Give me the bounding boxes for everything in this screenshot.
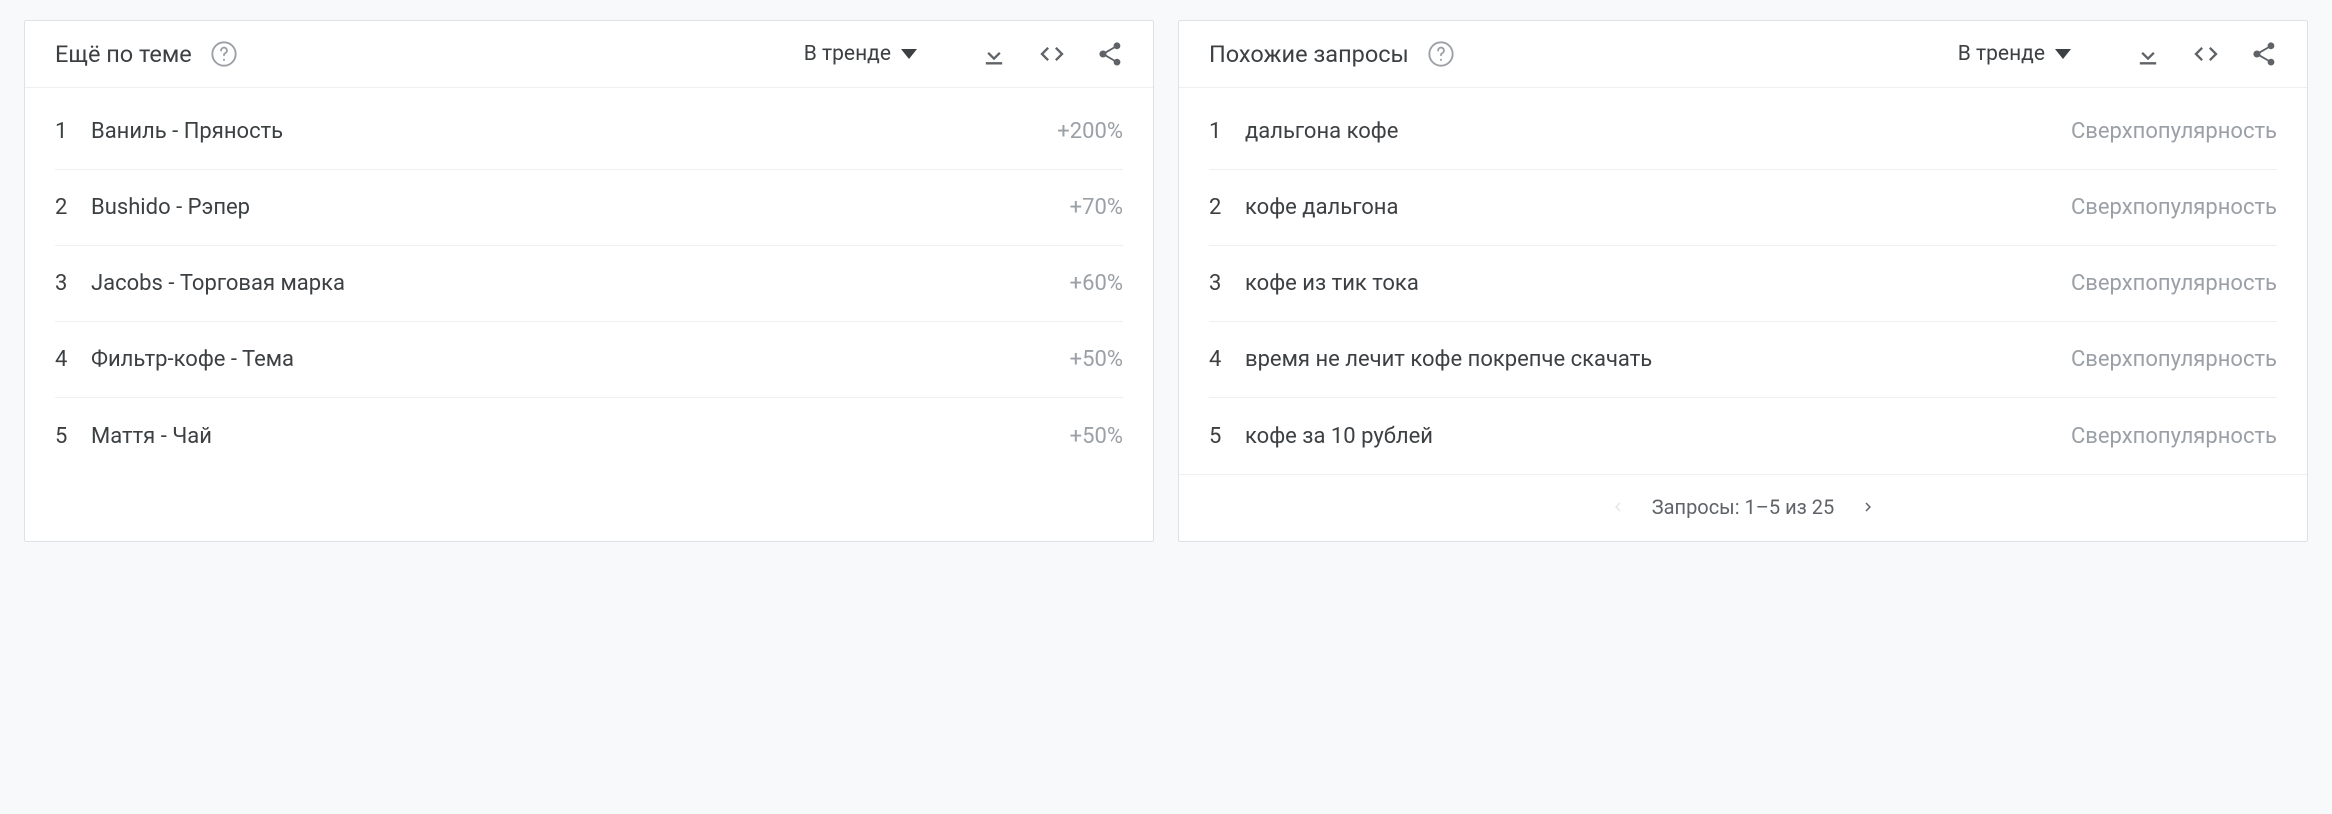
item-label: время не лечит кофе покрепче скачать xyxy=(1245,347,2071,372)
prev-page-button[interactable] xyxy=(1604,493,1632,521)
panel-header: Похожие запросы В тренде xyxy=(1179,21,2307,88)
item-label: Фильтр-кофе - Тема xyxy=(91,347,1070,372)
sort-label: В тренде xyxy=(1958,42,2045,66)
item-value: +70% xyxy=(1070,195,1123,220)
item-rank: 5 xyxy=(55,424,91,449)
list-item[interactable]: 1 дальгона кофе Сверхпопулярность xyxy=(1209,94,2277,170)
item-label: Ваниль - Пряность xyxy=(91,119,1057,144)
next-page-button[interactable] xyxy=(1854,493,1882,521)
sort-selector[interactable]: В тренде xyxy=(1958,42,2071,66)
download-icon[interactable] xyxy=(2133,39,2163,69)
chevron-down-icon xyxy=(901,49,917,59)
list-item[interactable]: 4 Фильтр-кофе - Тема +50% xyxy=(55,322,1123,398)
pagination: Запросы: 1–5 из 25 xyxy=(1179,474,2307,541)
topics-list: 1 Ваниль - Пряность +200% 2 Bushido - Рэ… xyxy=(25,88,1153,474)
item-value: +200% xyxy=(1057,119,1123,144)
share-icon[interactable] xyxy=(2249,39,2279,69)
sort-label: В тренде xyxy=(804,42,891,66)
item-rank: 4 xyxy=(55,347,91,372)
embed-icon[interactable] xyxy=(2191,39,2221,69)
panel-header: Ещё по теме В тренде xyxy=(25,21,1153,88)
item-label: дальгона кофе xyxy=(1245,119,2071,144)
related-topics-panel: Ещё по теме В тренде 1 Ваниль - Пряность… xyxy=(24,20,1154,542)
item-value: Сверхпопулярность xyxy=(2071,347,2277,372)
item-rank: 1 xyxy=(1209,119,1245,144)
item-value: Сверхпопулярность xyxy=(2071,271,2277,296)
list-item[interactable]: 3 Jacobs - Торговая марка +60% xyxy=(55,246,1123,322)
chevron-left-icon xyxy=(1609,498,1627,516)
item-rank: 3 xyxy=(1209,271,1245,296)
item-value: +60% xyxy=(1070,271,1123,296)
item-label: Маття - Чай xyxy=(91,424,1070,449)
item-value: Сверхпопулярность xyxy=(2071,195,2277,220)
item-label: кофе за 10 рублей xyxy=(1245,424,2071,449)
panel-title: Похожие запросы xyxy=(1209,40,1409,68)
item-label: Jacobs - Торговая марка xyxy=(91,271,1070,296)
pagination-label: Запросы: 1–5 из 25 xyxy=(1652,495,1834,519)
list-item[interactable]: 3 кофе из тик тока Сверхпопулярность xyxy=(1209,246,2277,322)
list-item[interactable]: 2 кофе дальгона Сверхпопулярность xyxy=(1209,170,2277,246)
item-value: +50% xyxy=(1070,424,1123,449)
related-queries-panel: Похожие запросы В тренде 1 дальгона кофе… xyxy=(1178,20,2308,542)
item-value: Сверхпопулярность xyxy=(2071,424,2277,449)
item-rank: 2 xyxy=(1209,195,1245,220)
item-label: Bushido - Рэпер xyxy=(91,195,1070,220)
sort-selector[interactable]: В тренде xyxy=(804,42,917,66)
item-value: +50% xyxy=(1070,347,1123,372)
item-rank: 2 xyxy=(55,195,91,220)
item-label: кофе из тик тока xyxy=(1245,271,2071,296)
share-icon[interactable] xyxy=(1095,39,1125,69)
chevron-down-icon xyxy=(2055,49,2071,59)
list-item[interactable]: 1 Ваниль - Пряность +200% xyxy=(55,94,1123,170)
chevron-right-icon xyxy=(1859,498,1877,516)
item-rank: 5 xyxy=(1209,424,1245,449)
queries-list: 1 дальгона кофе Сверхпопулярность 2 кофе… xyxy=(1179,88,2307,474)
panel-title: Ещё по теме xyxy=(55,40,192,68)
help-icon[interactable] xyxy=(210,40,238,68)
item-rank: 4 xyxy=(1209,347,1245,372)
list-item[interactable]: 4 время не лечит кофе покрепче скачать С… xyxy=(1209,322,2277,398)
list-item[interactable]: 5 кофе за 10 рублей Сверхпопулярность xyxy=(1209,398,2277,474)
download-icon[interactable] xyxy=(979,39,1009,69)
list-item[interactable]: 5 Маття - Чай +50% xyxy=(55,398,1123,474)
embed-icon[interactable] xyxy=(1037,39,1067,69)
item-label: кофе дальгона xyxy=(1245,195,2071,220)
item-value: Сверхпопулярность xyxy=(2071,119,2277,144)
help-icon[interactable] xyxy=(1427,40,1455,68)
item-rank: 1 xyxy=(55,119,91,144)
item-rank: 3 xyxy=(55,271,91,296)
list-item[interactable]: 2 Bushido - Рэпер +70% xyxy=(55,170,1123,246)
